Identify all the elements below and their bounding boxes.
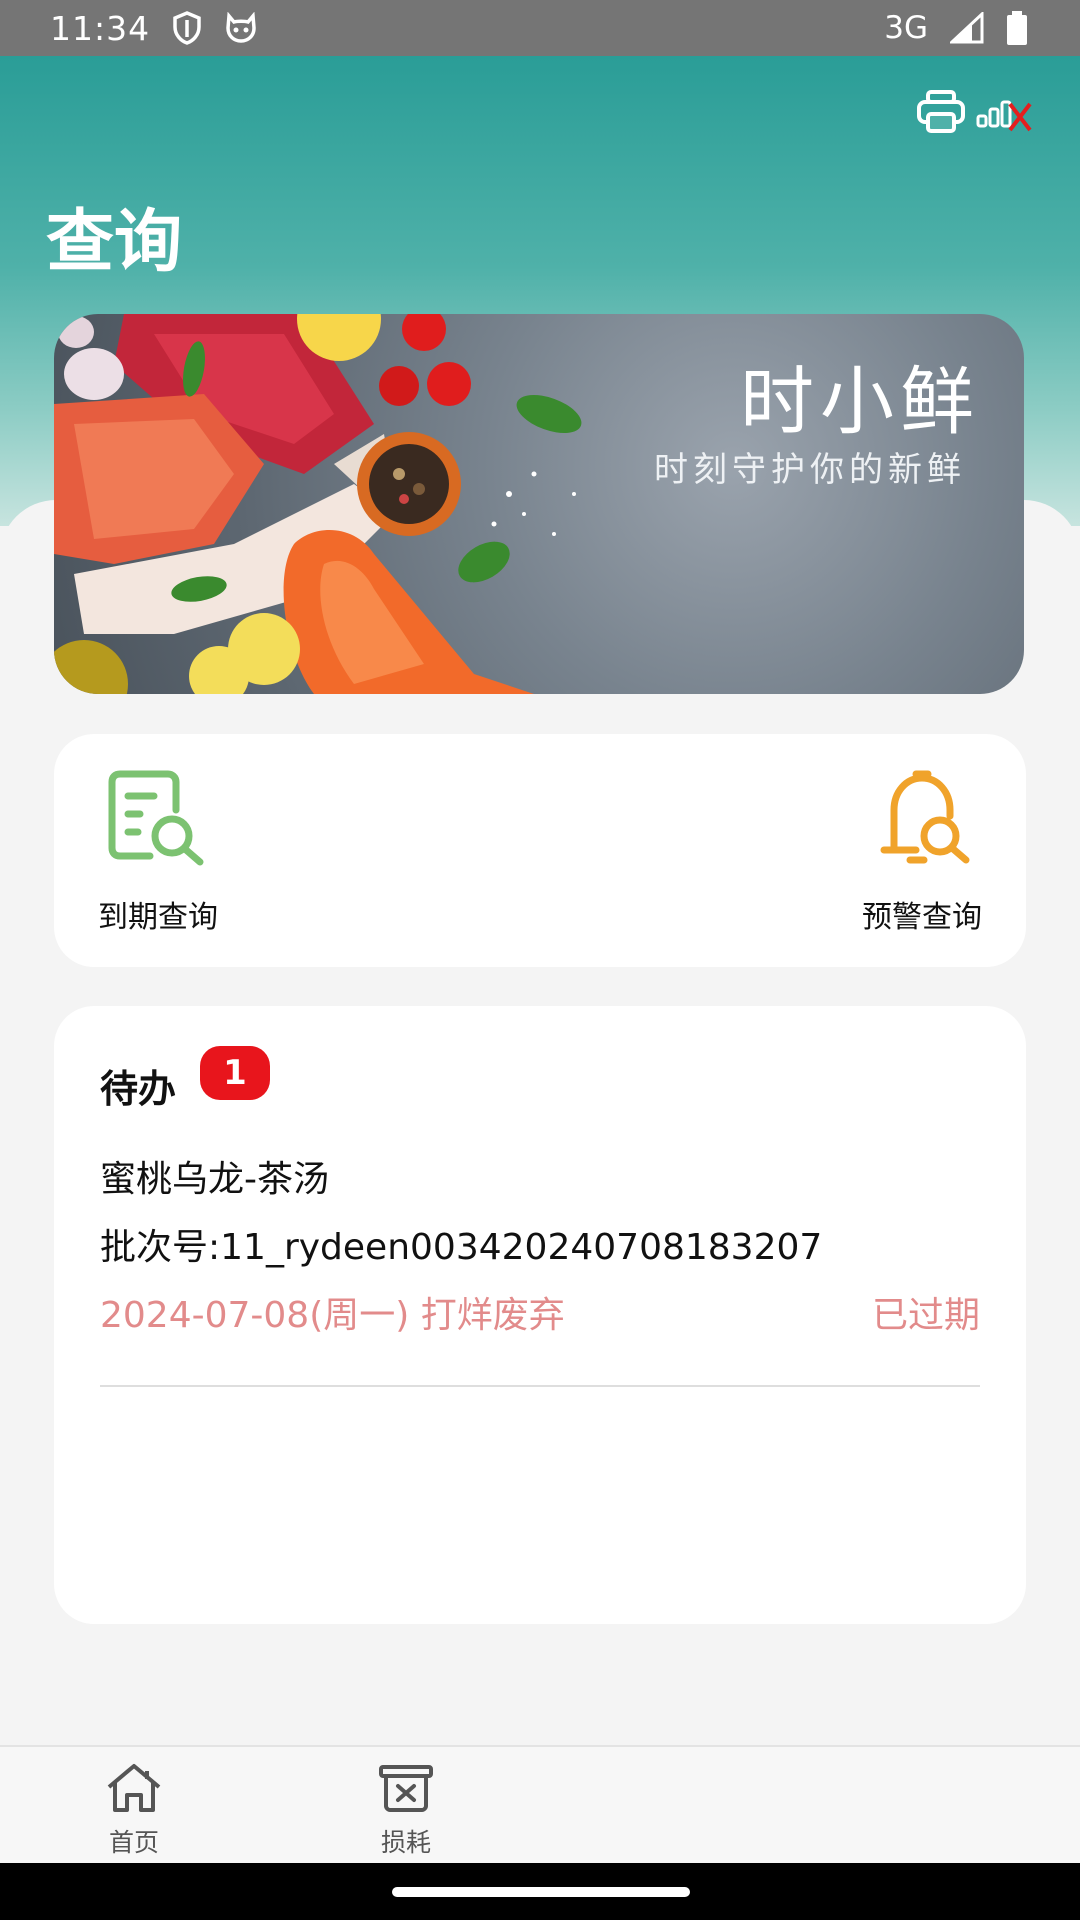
expiry-query-button[interactable]: 到期查询: [98, 770, 218, 936]
quick-actions-card: 到期查询 预警查询: [54, 734, 1026, 967]
bell-search-icon: [870, 770, 974, 870]
todo-count-badge: 1: [200, 1046, 270, 1100]
todo-item-date-action: 2024-07-08(周一) 打烊废弃: [100, 1295, 565, 1336]
network-type: 3G: [884, 10, 928, 46]
divider: [100, 1385, 980, 1387]
brand-slogan: 时刻守护你的新鲜: [654, 450, 966, 490]
printer-disconnected-icon[interactable]: [976, 90, 1034, 138]
todo-item-name: 蜜桃乌龙-茶汤: [100, 1159, 329, 1200]
batch-label: 批次号:: [100, 1227, 221, 1268]
todo-title: 待办: [100, 1067, 177, 1111]
bottom-nav: 首页 损耗: [0, 1745, 1080, 1863]
warning-query-label: 预警查询: [862, 900, 982, 935]
expiry-query-label: 到期查询: [98, 900, 218, 935]
page-title: 查询: [46, 203, 183, 282]
status-right: 3G: [884, 10, 1028, 46]
trash-bin-icon: [377, 1763, 435, 1817]
status-time: 11:34: [50, 8, 151, 48]
document-search-icon: [106, 770, 210, 870]
shield-icon: [172, 11, 202, 45]
batch-number: 11_rydeen003420240708183207: [220, 1227, 823, 1268]
system-navigation-bar: [0, 1863, 1080, 1920]
brand-logo: 时小鲜: [740, 359, 980, 445]
printer-icon[interactable]: [916, 90, 966, 138]
battery-icon: [1006, 11, 1028, 45]
nav-home-label: 首页: [108, 1828, 159, 1857]
cat-face-icon: [224, 12, 258, 44]
nav-loss[interactable]: 损耗: [346, 1763, 466, 1859]
signal-icon: [950, 12, 984, 44]
promo-banner[interactable]: 时小鲜 时刻守护你的新鲜: [54, 314, 1024, 694]
home-icon: [105, 1763, 163, 1817]
gesture-handle[interactable]: [392, 1887, 690, 1897]
todo-item-batch: 批次号:11_rydeen003420240708183207: [100, 1218, 822, 1270]
status-bar: 11:34 3G: [0, 0, 1080, 56]
todo-item-status: 已过期: [871, 1295, 980, 1336]
nav-loss-label: 损耗: [380, 1828, 431, 1857]
status-left: 11:34: [50, 9, 258, 48]
todo-card: 待办 1 蜜桃乌龙-茶汤 批次号:11_rydeen00342024070818…: [54, 1006, 1026, 1624]
nav-home[interactable]: 首页: [74, 1763, 194, 1859]
header-tools: [916, 90, 1034, 138]
warning-query-button[interactable]: 预警查询: [862, 770, 982, 936]
